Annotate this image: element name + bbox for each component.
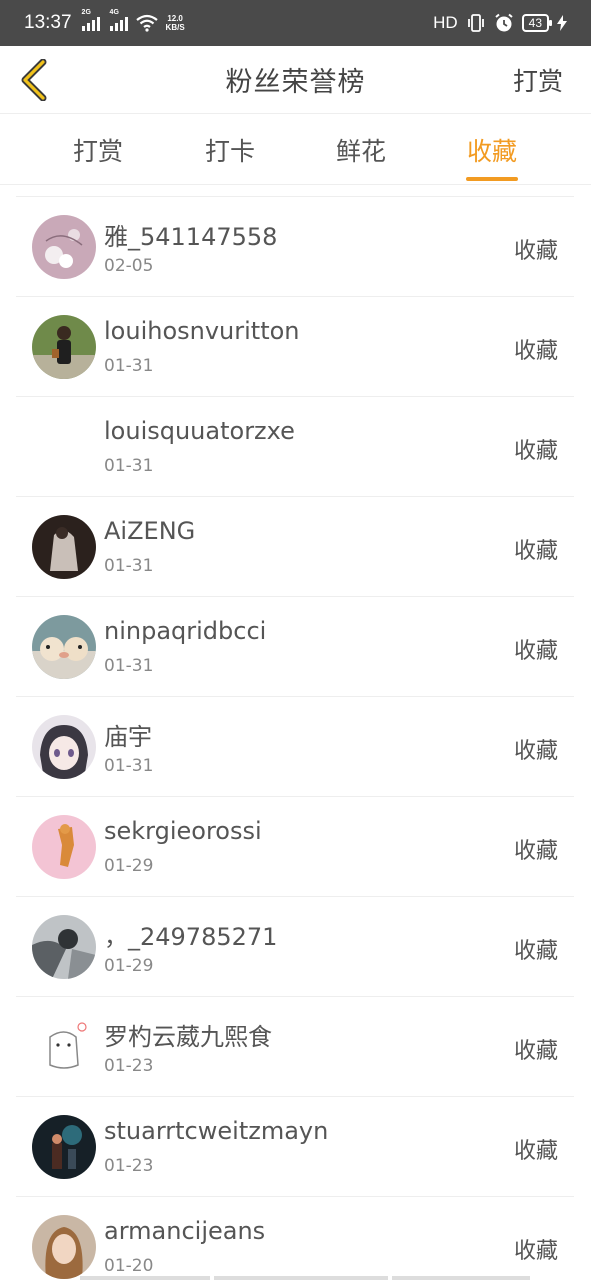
signal-2g-label: 2G: [81, 9, 91, 16]
date: 01-29: [104, 856, 154, 876]
tab-favorites-label: 收藏: [466, 137, 517, 166]
page-title: 粉丝荣誉榜: [225, 67, 366, 98]
date: 01-23: [104, 1056, 154, 1076]
list-item[interactable]: louisquuatorzxe 01-31 收藏: [16, 397, 574, 497]
reward-button[interactable]: 打赏: [513, 62, 563, 98]
action-label: 收藏: [513, 1039, 558, 1064]
chevron-left-icon: [21, 59, 47, 101]
net-speed-unit: KB/S: [165, 23, 185, 32]
tab-reward[interactable]: 打赏: [48, 115, 148, 185]
date: 01-31: [104, 656, 154, 676]
active-tab-indicator: [466, 177, 518, 181]
date: 02-05: [104, 256, 154, 276]
list-item[interactable]: 雅_541147558 02-05 收藏: [16, 197, 574, 297]
user-name: louihosnvuritton: [104, 317, 300, 345]
action-label: 收藏: [513, 839, 558, 864]
alarm-icon: [495, 13, 513, 32]
status-bar: 13:37 2G 4G 12.0 KB/S HD 43: [0, 0, 591, 46]
nav-bar: 粉丝荣誉榜 打赏: [0, 46, 591, 114]
wifi-icon: [135, 14, 158, 32]
charging-icon: [557, 15, 567, 31]
user-name: ninpaqridbcci: [104, 617, 267, 645]
signal-4g-icon: 4G: [109, 9, 128, 31]
avatar: [32, 415, 96, 479]
action-label: 收藏: [513, 439, 558, 464]
list-item[interactable]: ninpaqridbcci 01-31 收藏: [16, 597, 574, 697]
user-name: stuarrtcweitzmayn: [104, 1117, 329, 1145]
tab-checkin-label: 打卡: [204, 137, 255, 166]
back-button[interactable]: [14, 56, 54, 104]
hd-label: HD: [433, 13, 458, 32]
user-name: 庙宇: [104, 723, 152, 751]
fan-list: 雅_541147558 02-05 收藏 louihosnvuritton 01…: [16, 196, 574, 1280]
avatar: [32, 615, 96, 679]
tab-flowers-label: 鲜花: [335, 137, 386, 166]
net-speed: 12.0 KB/S: [166, 14, 185, 32]
date: 01-29: [104, 956, 154, 976]
action-label: 收藏: [513, 939, 558, 964]
list-item[interactable]: 庙宇 01-31 收藏: [16, 697, 574, 797]
tab-reward-label: 打赏: [72, 137, 123, 166]
user-name: AiZENG: [104, 517, 196, 545]
date: 01-31: [104, 456, 154, 476]
action-label: 收藏: [513, 239, 558, 264]
list-item[interactable]: ，_249785271 01-29 收藏: [16, 897, 574, 997]
action-label: 收藏: [513, 1239, 558, 1264]
user-name: 罗杓云葳九熙食: [104, 1023, 272, 1051]
status-time: 13:37: [24, 12, 72, 33]
avatar: [32, 315, 96, 379]
action-label: 收藏: [513, 1139, 558, 1164]
date: 01-31: [104, 556, 154, 576]
tab-favorites[interactable]: 收藏: [442, 115, 542, 185]
avatar: [32, 815, 96, 879]
avatar: [32, 1215, 96, 1279]
action-label: 收藏: [513, 739, 558, 764]
tab-bar: 打赏 打卡 鲜花 收藏: [0, 115, 591, 185]
vibrate-icon: [467, 14, 484, 32]
net-speed-value: 12.0: [167, 14, 183, 23]
date: 01-31: [104, 756, 154, 776]
avatar: [32, 1115, 96, 1179]
user-name: louisquuatorzxe: [104, 417, 295, 445]
action-label: 收藏: [513, 339, 558, 364]
user-name: ，_249785271: [104, 923, 278, 951]
action-label: 收藏: [513, 539, 558, 564]
avatar: [32, 915, 96, 979]
tab-checkin[interactable]: 打卡: [180, 115, 280, 185]
avatar: [32, 1015, 96, 1079]
date: 01-31: [104, 356, 154, 376]
list-item[interactable]: stuarrtcweitzmayn 01-23 收藏: [16, 1097, 574, 1197]
battery-level: 43: [528, 16, 542, 30]
signal-2g-icon: 2G: [81, 9, 100, 31]
action-label: 收藏: [513, 639, 558, 664]
avatar: [32, 215, 96, 279]
list-item[interactable]: sekrgieorossi 01-29 收藏: [16, 797, 574, 897]
tab-flowers[interactable]: 鲜花: [311, 115, 411, 185]
list-item[interactable]: armancijeans 01-20 收藏: [16, 1197, 574, 1280]
list-item[interactable]: AiZENG 01-31 收藏: [16, 497, 574, 597]
avatar: [32, 715, 96, 779]
battery-icon: 43: [521, 14, 553, 32]
list-item[interactable]: louihosnvuritton 01-31 收藏: [16, 297, 574, 397]
avatar: [32, 515, 96, 579]
list-item[interactable]: 罗杓云葳九熙食 01-23 收藏: [16, 997, 574, 1097]
date: 01-23: [104, 1156, 154, 1176]
user-name: armancijeans: [104, 1217, 266, 1245]
user-name: 雅_541147558: [104, 223, 278, 251]
user-name: sekrgieorossi: [104, 817, 262, 845]
bottom-fade: [0, 1276, 591, 1280]
date: 01-20: [104, 1256, 154, 1276]
signal-4g-label: 4G: [109, 9, 119, 16]
